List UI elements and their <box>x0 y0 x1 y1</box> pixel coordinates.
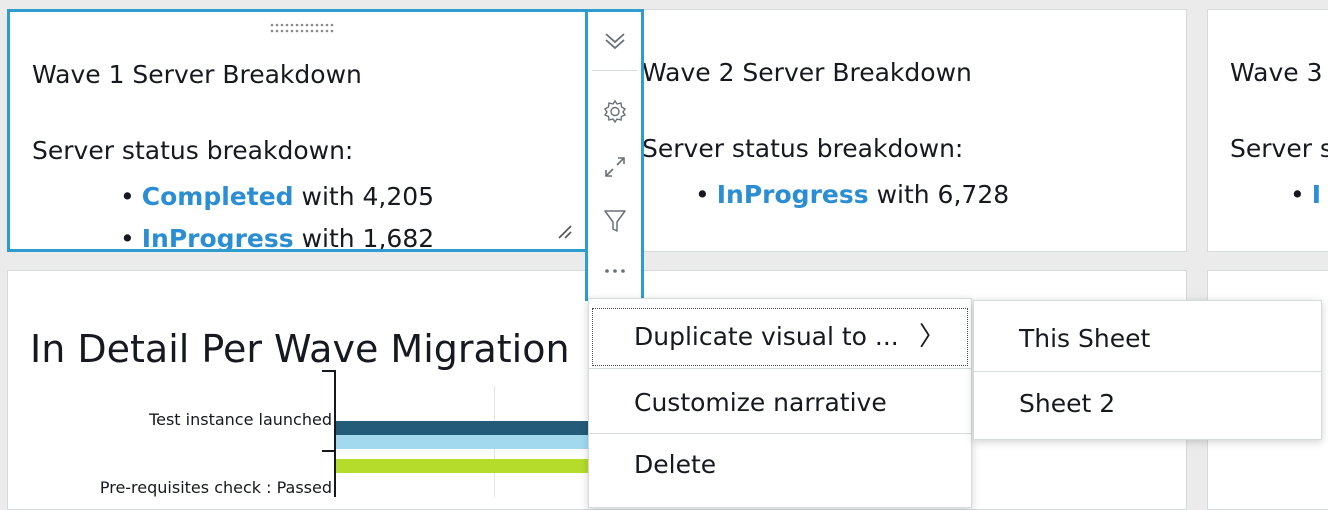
list-item: • Completed with 4,205 <box>120 182 435 211</box>
maximize-button[interactable] <box>588 144 641 190</box>
list-item: • InProgress with 6,728 <box>695 180 1010 209</box>
expand-icon <box>604 157 625 177</box>
status-link[interactable]: I <box>1312 180 1321 209</box>
card-title: Wave 1 Server Breakdown <box>32 60 362 89</box>
drag-handle-icon[interactable] <box>268 22 338 34</box>
submenu-item-sheet-2[interactable]: Sheet 2 <box>974 372 1321 436</box>
status-count: with 6,728 <box>868 180 1010 209</box>
wave2-kpi-card[interactable]: Wave 2 Server Breakdown Server status br… <box>596 9 1187 252</box>
menu-item-label: This Sheet <box>1019 324 1151 353</box>
visual-context-menu: Duplicate visual to ... 〉 Customize narr… <box>588 298 972 508</box>
menu-item-label: Sheet 2 <box>1019 389 1116 418</box>
format-visual-button[interactable] <box>588 88 641 134</box>
visual-toolbar <box>585 9 644 301</box>
more-icon <box>604 269 625 273</box>
bar-series-2[interactable] <box>336 435 590 449</box>
status-list: • I <box>1290 174 1321 216</box>
status-count: with 4,205 <box>293 182 435 211</box>
collapse-icon <box>604 33 625 50</box>
chart-title: In Detail Per Wave Migration <box>30 327 570 371</box>
delete-menu-item[interactable]: Delete <box>589 433 971 497</box>
status-list: • Completed with 4,205 • InProgress with 1… <box>120 176 435 252</box>
card-title: Wave 3 <box>1230 58 1323 87</box>
wave3-kpi-card[interactable]: Wave 3 Server s • I <box>1207 9 1328 252</box>
collapse-button[interactable] <box>588 18 641 64</box>
card-subtitle: Server s <box>1230 134 1328 163</box>
card-title: Wave 2 Server Breakdown <box>642 58 972 87</box>
chart-axis-tick <box>322 370 336 372</box>
more-options-button[interactable] <box>588 248 641 294</box>
gear-icon <box>603 99 626 124</box>
filter-icon <box>603 210 626 232</box>
customize-narrative-menu-item[interactable]: Customize narrative <box>589 371 971 435</box>
resize-handle-icon[interactable] <box>556 223 572 239</box>
chevron-right-icon: 〉 <box>918 322 945 352</box>
duplicate-submenu: This Sheet Sheet 2 <box>973 300 1322 440</box>
filter-button[interactable] <box>588 198 641 244</box>
wave1-kpi-card[interactable]: Wave 1 Server Breakdown Server status br… <box>7 9 589 252</box>
submenu-item-this-sheet[interactable]: This Sheet <box>974 307 1321 371</box>
status-link[interactable]: InProgress <box>142 224 294 249</box>
menu-item-label: Customize narrative <box>634 388 887 417</box>
list-item: • I <box>1290 180 1322 209</box>
list-item: • InProgress with 1,682 <box>120 224 435 252</box>
status-link[interactable]: InProgress <box>717 180 869 209</box>
card-subtitle: Server status breakdown: <box>642 134 964 163</box>
bar-category-label: Pre-requisites check : Passed <box>99 478 332 497</box>
bar-series-1[interactable] <box>336 421 590 435</box>
menu-item-label: Delete <box>634 450 717 479</box>
status-link[interactable]: Completed <box>142 182 294 211</box>
chart-axis-tick <box>322 450 336 452</box>
card-subtitle: Server status breakdown: <box>32 136 354 165</box>
duplicate-visual-menu-item[interactable]: Duplicate visual to ... 〉 <box>589 305 971 369</box>
bar-category-label: Test instance launched <box>149 410 332 429</box>
status-list: • InProgress with 6,728 <box>695 174 1009 216</box>
bar-series-3[interactable] <box>336 459 590 473</box>
menu-item-label: Duplicate visual to ... <box>634 322 899 351</box>
status-count: with 1,682 <box>293 224 435 252</box>
